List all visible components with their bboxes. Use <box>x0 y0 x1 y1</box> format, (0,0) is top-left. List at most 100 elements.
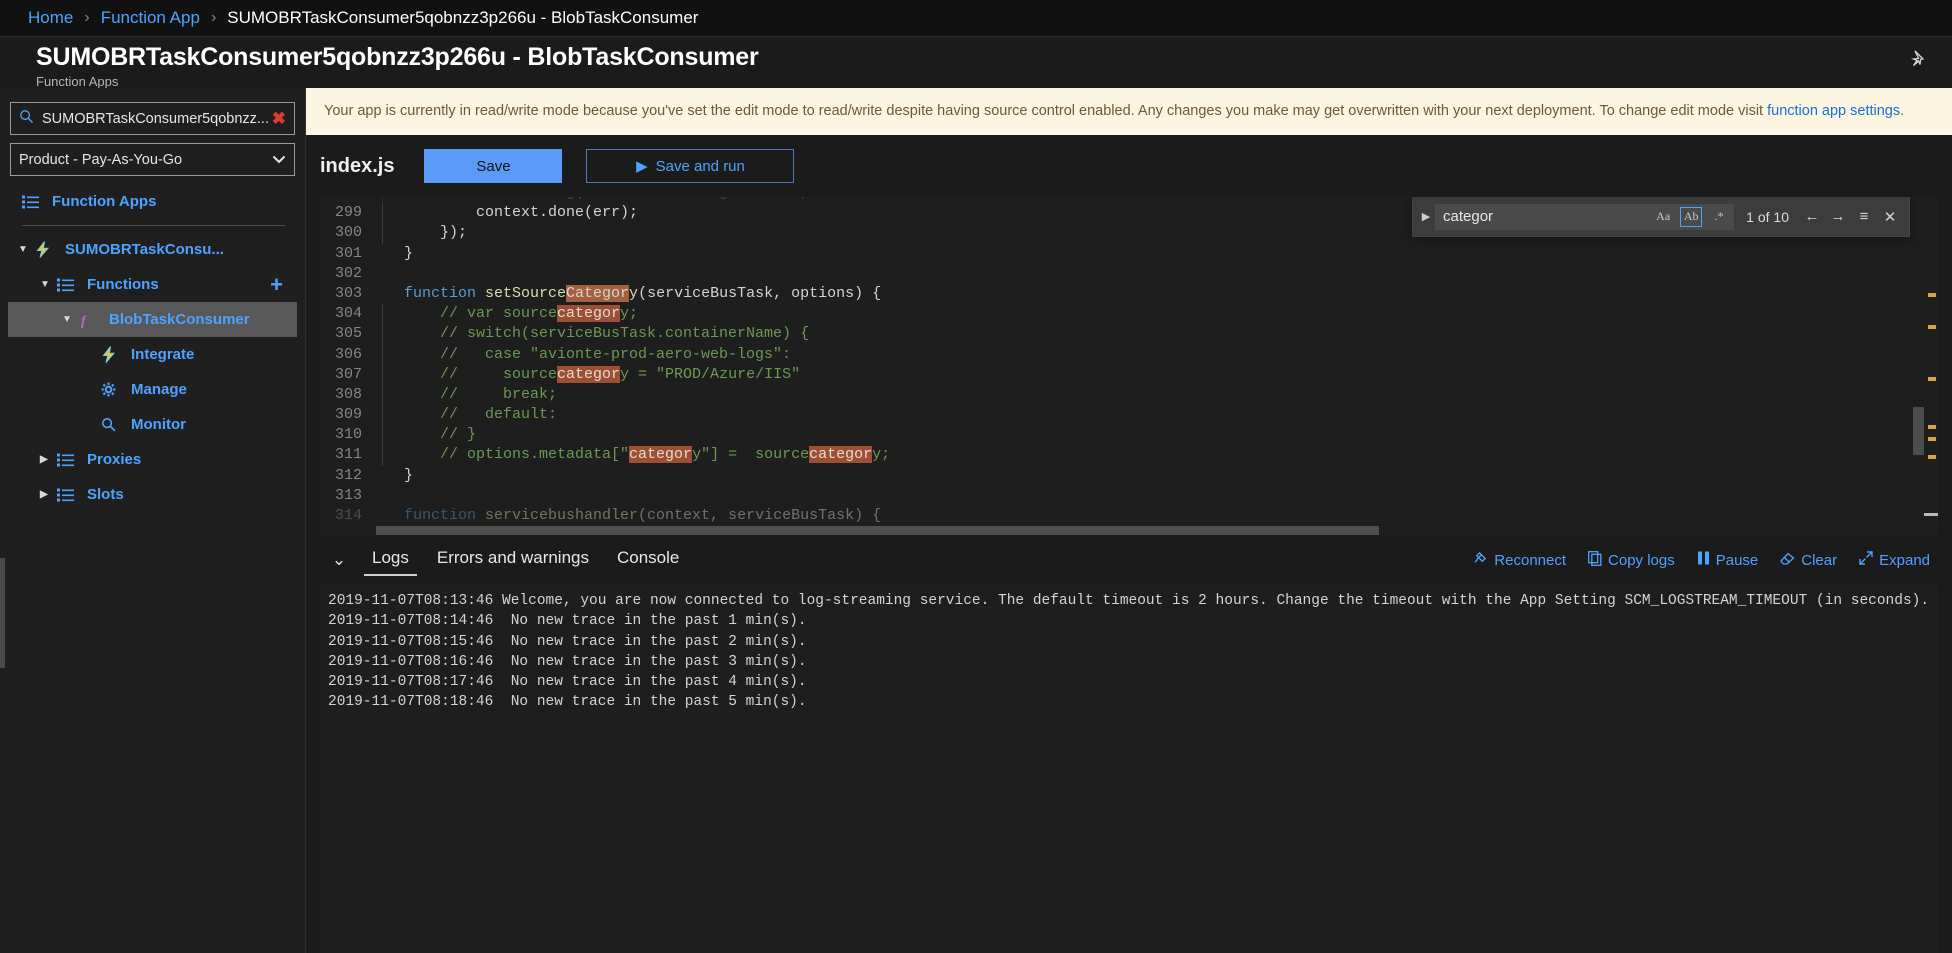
subscription-select[interactable]: Product - Pay-As-You-Go <box>10 143 295 176</box>
sidebar-item-label: Functions <box>87 276 159 293</box>
log-line: 2019-11-07T08:18:46 No new trace in the … <box>328 692 1930 712</box>
indent-guide <box>382 223 404 243</box>
code-token: function <box>404 507 485 524</box>
save-and-run-button[interactable]: ▶ Save and run <box>586 149 794 183</box>
code-line: 309 // default: <box>320 405 1938 425</box>
list-icon <box>22 195 44 209</box>
code-lines: 298 console.log("Error in messageHandler… <box>320 197 1938 526</box>
line-number: 304 <box>320 304 382 324</box>
code-text: // } <box>404 425 1938 445</box>
ruler-match-mark <box>1928 325 1936 329</box>
sidebar-item-slots[interactable]: ▶ Slots <box>8 477 297 512</box>
console-action-pause[interactable]: Pause <box>1697 551 1759 569</box>
sidebar-item-integrate[interactable]: Integrate <box>8 337 297 372</box>
whole-word-icon[interactable]: Ab <box>1680 207 1702 227</box>
regex-icon[interactable]: .* <box>1708 207 1730 227</box>
console-action-copy-logs[interactable]: Copy logs <box>1588 551 1675 570</box>
find-widget[interactable]: ▶ categor Aa Ab .* 1 of 10 ← → ≡ ✕ <box>1412 197 1910 237</box>
code-text: // default: <box>404 405 1938 425</box>
sidebar: SUMOBRTaskConsumer5qobnzz... ✖ Product -… <box>0 88 306 953</box>
log-output[interactable]: 2019-11-07T08:13:46 Welcome, you are now… <box>320 585 1938 953</box>
ruler-match-mark <box>1928 377 1936 381</box>
search-icon <box>19 109 34 129</box>
code-token: y = "PROD/Azure/IIS" <box>620 366 800 383</box>
sidebar-item-label: Slots <box>87 486 124 503</box>
sidebar-item-label: Integrate <box>131 346 194 363</box>
add-function-button[interactable]: + <box>270 274 283 296</box>
page-title: SUMOBRTaskConsumer5qobnzz3p266u - BlobTa… <box>36 42 759 72</box>
breadcrumb-separator: › <box>84 9 89 27</box>
sidebar-scroll-indicator[interactable] <box>0 558 5 668</box>
body-split: SUMOBRTaskConsumer5qobnzz... ✖ Product -… <box>0 88 1952 953</box>
pause-icon <box>1697 551 1710 569</box>
sidebar-item-label: Manage <box>131 381 187 398</box>
code-token: context.done(err); <box>404 204 638 221</box>
console-tabs: LogsErrors and warningsConsole <box>358 542 693 578</box>
indent-guide <box>382 345 404 365</box>
list-icon <box>57 453 79 467</box>
indent-guide <box>382 197 404 203</box>
function-app-settings-link[interactable]: function app settings <box>1767 103 1900 119</box>
find-next-icon[interactable]: → <box>1825 204 1851 230</box>
sidebar-item-function-apps[interactable]: Function Apps <box>8 184 297 219</box>
clear-search-icon[interactable]: ✖ <box>272 109 286 129</box>
tab-console[interactable]: Console <box>603 542 693 578</box>
chevron-down-icon[interactable]: ▼ <box>62 314 79 325</box>
code-line: 307 // sourcecategory = "PROD/Azure/IIS" <box>320 365 1938 385</box>
indent-guide <box>382 365 404 385</box>
breadcrumb: Home›Function App›SUMOBRTaskConsumer5qob… <box>0 0 1952 36</box>
sidebar-item-sumobrtaskconsu[interactable]: ▼SUMOBRTaskConsu... <box>8 232 297 267</box>
indent-guide <box>382 284 404 304</box>
sidebar-item-proxies[interactable]: ▶Proxies <box>8 442 297 477</box>
overview-ruler[interactable] <box>1924 197 1938 535</box>
page-header: SUMOBRTaskConsumer5qobnzz3p266u - BlobTa… <box>0 36 1952 88</box>
chevron-down-icon[interactable]: ▼ <box>18 244 35 255</box>
console-action-reconnect[interactable]: Reconnect <box>1473 551 1566 569</box>
log-line: 2019-11-07T08:14:46 No new trace in the … <box>328 611 1930 631</box>
indent-guide <box>382 264 404 284</box>
log-line: 2019-11-07T08:16:46 No new trace in the … <box>328 652 1930 672</box>
chevron-down-icon[interactable]: ▼ <box>40 279 57 290</box>
code-editor[interactable]: 298 console.log("Error in messageHandler… <box>320 197 1938 535</box>
chevron-right-icon[interactable]: ▶ <box>40 489 57 500</box>
code-token: (context, serviceBusTask) { <box>638 507 881 524</box>
sidebar-item-blobtaskconsumer[interactable]: ▼fBlobTaskConsumer <box>8 302 297 337</box>
banner-text-tail: . <box>1900 103 1904 119</box>
code-line: 301} <box>320 244 1938 264</box>
tab-errors-and-warnings[interactable]: Errors and warnings <box>423 542 603 578</box>
find-in-selection-icon[interactable]: ≡ <box>1851 204 1877 230</box>
search-input[interactable]: SUMOBRTaskConsumer5qobnzz... ✖ <box>10 102 295 135</box>
search-match-highlight: categor <box>809 446 872 463</box>
sidebar-item-manage[interactable]: Manage <box>8 372 297 407</box>
log-line: 2019-11-07T08:15:46 No new trace in the … <box>328 632 1930 652</box>
match-case-icon[interactable]: Aa <box>1652 207 1674 227</box>
code-text: // var sourcecategory; <box>404 304 1938 324</box>
console-action-clear[interactable]: Clear <box>1780 551 1837 569</box>
save-button[interactable]: Save <box>424 149 562 183</box>
console-action-label: Reconnect <box>1494 552 1566 569</box>
collapse-console-icon[interactable]: ⌄ <box>320 550 358 570</box>
find-expand-toggle-icon[interactable]: ▶ <box>1417 210 1435 223</box>
sidebar-item-monitor[interactable]: Monitor <box>8 407 297 442</box>
sidebar-item-functions[interactable]: ▼ Functions + <box>8 267 297 302</box>
chevron-right-icon[interactable]: ▶ <box>40 454 57 465</box>
breadcrumb-item-1[interactable]: Function App <box>101 8 200 28</box>
code-text: // options.metadata["category"] = source… <box>404 445 1938 465</box>
line-number: 298 <box>320 197 382 203</box>
console-action-expand[interactable]: Expand <box>1859 551 1930 569</box>
title-block: SUMOBRTaskConsumer5qobnzz3p266u - BlobTa… <box>36 42 759 89</box>
read-write-mode-banner: Your app is currently in read/write mode… <box>306 88 1952 135</box>
tab-logs[interactable]: Logs <box>358 542 423 578</box>
breadcrumb-item-0[interactable]: Home <box>28 8 73 28</box>
code-text: // case "avionte-prod-aero-web-logs": <box>404 345 1938 365</box>
pin-icon[interactable] <box>1908 48 1928 74</box>
find-input[interactable]: categor Aa Ab .* <box>1435 204 1734 230</box>
find-previous-icon[interactable]: ← <box>1799 204 1825 230</box>
code-line: 314function servicebushandler(context, s… <box>320 506 1938 526</box>
indent-guide <box>382 203 404 223</box>
editor-horizontal-scrollbar[interactable] <box>376 526 1379 535</box>
editor-vertical-scrollbar[interactable] <box>1913 407 1924 455</box>
code-token: servicebushandler <box>485 507 638 524</box>
close-find-icon[interactable]: ✕ <box>1877 204 1903 230</box>
search-match-highlight: categor <box>557 305 620 322</box>
